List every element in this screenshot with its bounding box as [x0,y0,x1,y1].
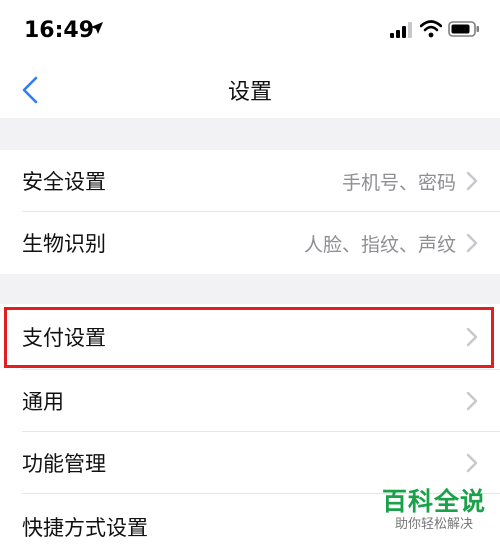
chevron-right-icon [466,391,478,411]
row-value: 手机号、密码 [341,172,456,194]
chevron-right-icon [466,453,478,473]
section-gap [0,274,500,304]
row-label: 生物识别 [22,232,106,256]
section-gap [0,118,500,150]
status-bar: 16:49 [0,0,500,60]
location-arrow-icon [91,22,103,34]
nav-bar: 设置 [0,60,500,118]
row-value: 人脸、指纹、声纹 [303,234,456,256]
chevron-right-icon [466,171,478,191]
row-label: 快捷方式设置 [22,516,148,540]
status-time: 16:49 [24,18,95,43]
chevron-right-icon [466,233,478,253]
highlight-box [4,307,494,368]
wifi-icon [420,20,442,38]
settings-row-general[interactable]: 通用 [0,370,500,432]
cellular-signal-icon [390,22,412,38]
watermark-subtitle: 助你轻松解决 [394,517,473,532]
row-label: 安全设置 [22,170,106,194]
settings-row-security[interactable]: 安全设置 手机号、密码 [0,150,500,212]
page-title: 设置 [227,80,272,105]
battery-icon [448,21,479,37]
row-label: 通用 [22,390,64,414]
settings-row-feature-management[interactable]: 功能管理 [0,432,500,494]
watermark: 百科全说 助你轻松解决 [376,488,492,534]
watermark-title: 百科全说 [381,487,486,516]
settings-row-biometrics[interactable]: 生物识别 人脸、指纹、声纹 [0,212,500,274]
row-label: 功能管理 [22,452,106,476]
